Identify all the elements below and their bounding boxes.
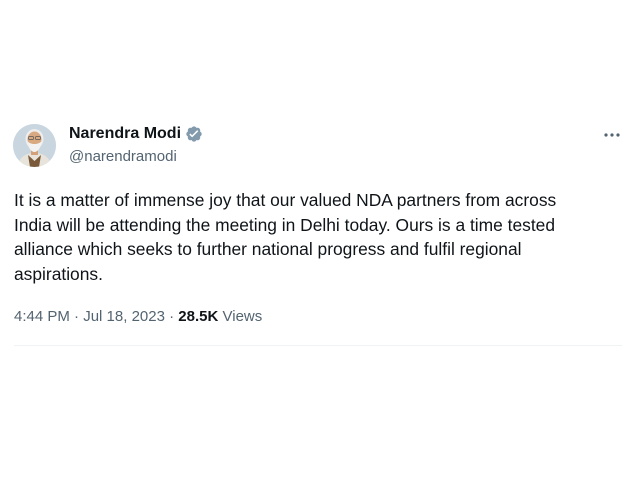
tweet-date[interactable]: Jul 18, 2023: [83, 308, 165, 325]
tweet-text: It is a matter of immense joy that our v…: [14, 190, 557, 284]
meta-separator: ·: [169, 308, 175, 325]
avatar[interactable]: [13, 124, 56, 167]
verified-badge-icon: [185, 125, 203, 143]
author-name-text: Narendra Modi: [69, 125, 182, 142]
ellipsis-icon: [604, 133, 620, 137]
author-handle[interactable]: @narendramodi: [69, 148, 177, 165]
tweet-time[interactable]: 4:44 PM: [14, 308, 70, 325]
meta-separator: ·: [74, 308, 80, 325]
profile-photo-icon: [13, 124, 56, 167]
tweet-metadata: 4:44 PM · Jul 18, 2023 · 28.5K Views: [14, 308, 262, 325]
views-count: 28.5K: [178, 308, 219, 325]
author-name[interactable]: Narendra Modi: [69, 125, 203, 143]
divider: [14, 345, 622, 346]
more-options-button[interactable]: [598, 124, 626, 146]
views-label: Views: [222, 308, 263, 325]
tweet-card: Narendra Modi @narendramodi It is a matt…: [0, 0, 640, 480]
